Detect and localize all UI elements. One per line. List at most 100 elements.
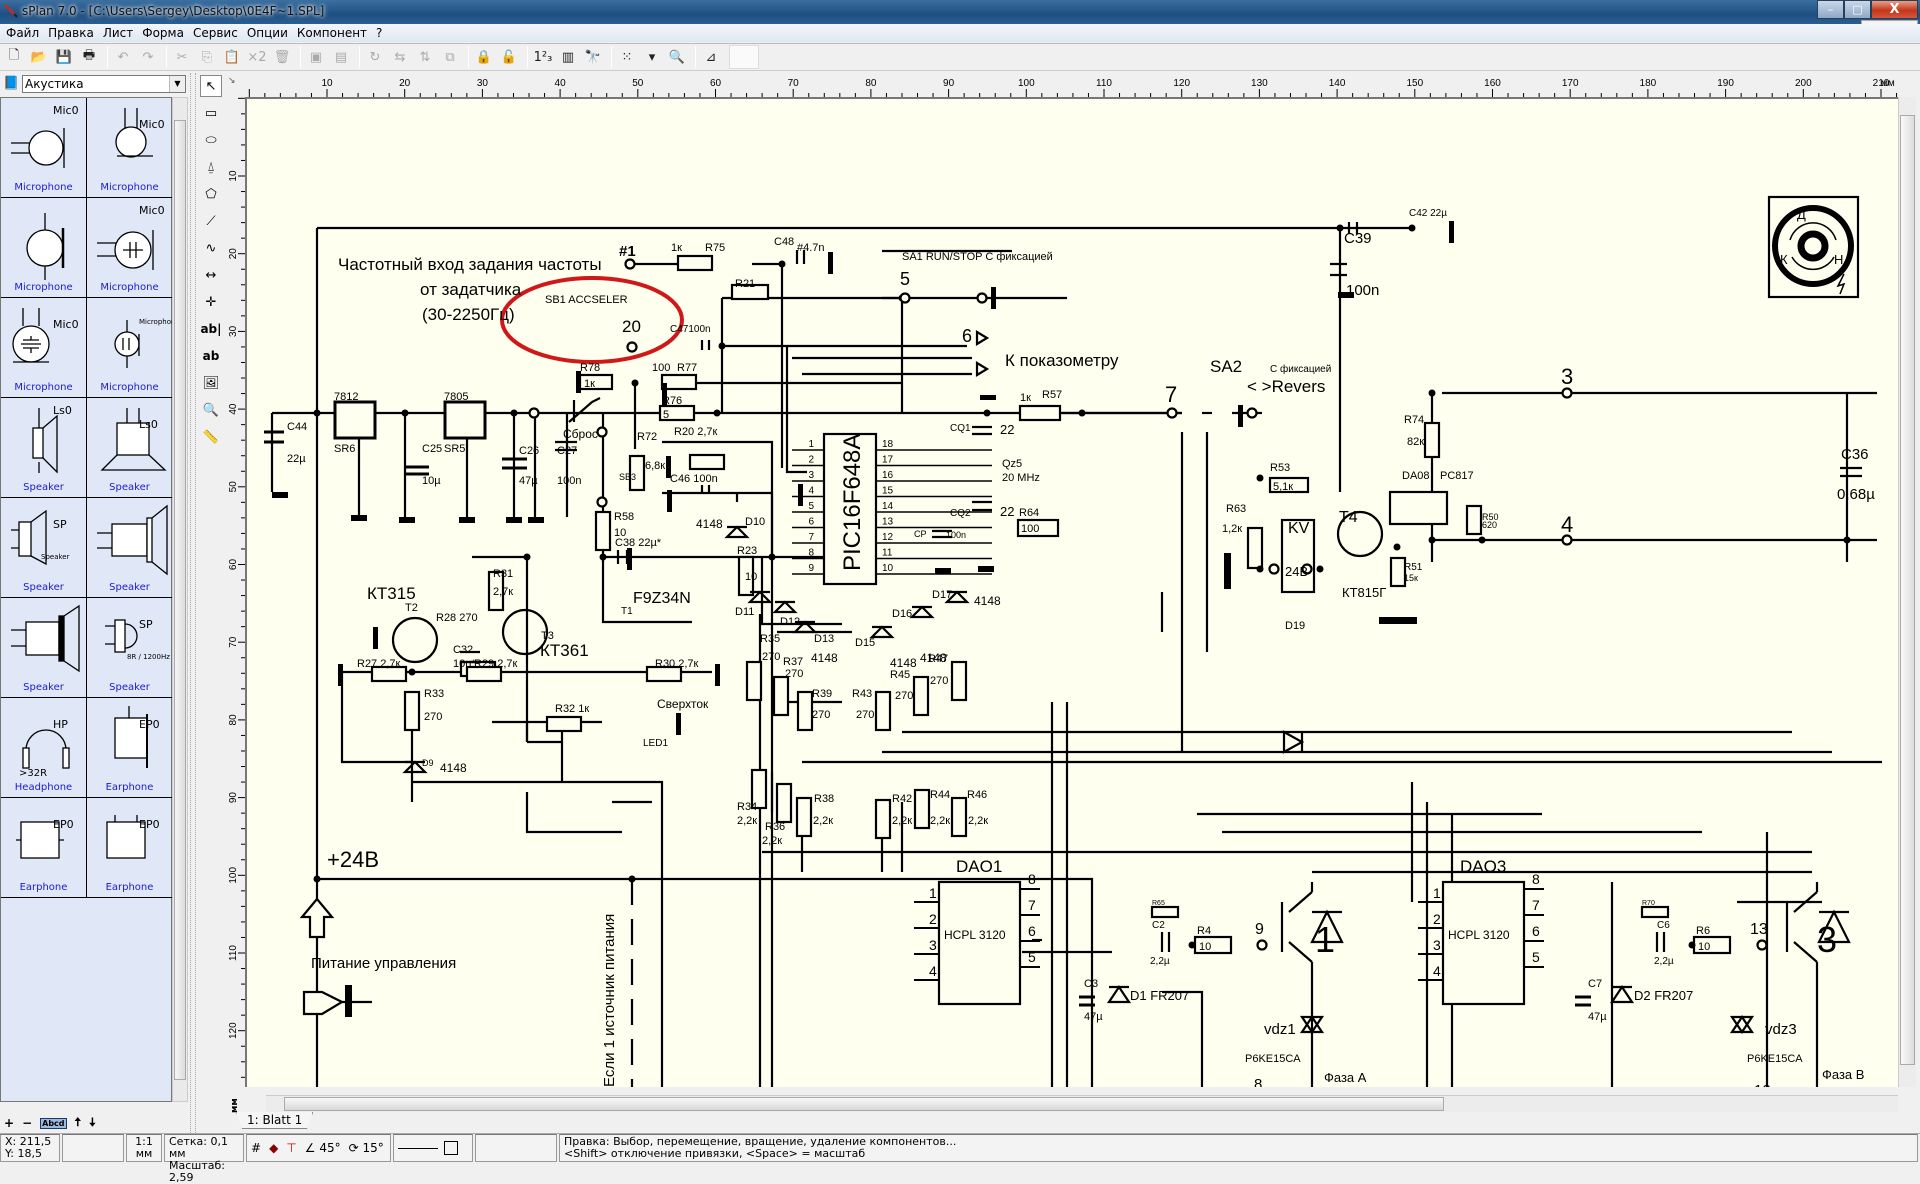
rotate-step-icon[interactable]: ⟳ 15°	[349, 1142, 384, 1154]
library-item-earphone-a[interactable]: EP0 Earphone	[87, 698, 173, 798]
resistor-r57[interactable]	[1018, 404, 1062, 422]
parts-list-button[interactable]: ▥	[557, 46, 579, 68]
library-item-speaker-bold[interactable]: Speaker	[1, 598, 87, 698]
component-button[interactable]: ⊿	[700, 46, 722, 68]
resistor-r38[interactable]	[795, 796, 813, 838]
print-button[interactable]: 🖶	[78, 46, 100, 68]
library-scrollbar[interactable]	[172, 97, 188, 1102]
menu-file[interactable]: Файл	[4, 24, 46, 42]
driver-dao3[interactable]	[1441, 880, 1526, 1006]
optocoupler-pc817[interactable]	[1388, 490, 1449, 526]
resistor-r42[interactable]	[874, 798, 892, 840]
horizontal-scrollbar[interactable]	[266, 1095, 1898, 1112]
library-item-earphone-c[interactable]: EP0 Earphone	[87, 798, 173, 898]
resistor-r47[interactable]	[950, 660, 968, 702]
resistor-r35[interactable]	[745, 660, 763, 702]
close-button[interactable]: X	[1871, 0, 1918, 19]
resistor-r65[interactable]	[1150, 905, 1180, 919]
unlock-button[interactable]: 🔓	[498, 46, 520, 68]
library-item-mic-capacitor-top[interactable]: Mic0 Microphone	[1, 298, 87, 398]
lock-button[interactable]: 🔒	[473, 46, 495, 68]
ruler-origin-icon[interactable]: ↘	[228, 76, 245, 97]
library-dropdown[interactable]: Акустика ▼	[22, 75, 186, 93]
vertical-scrollbar[interactable]	[1898, 97, 1916, 1087]
library-item-mic-small[interactable]: Microphone Microphone	[87, 298, 180, 398]
save-button[interactable]: 💾	[53, 46, 75, 68]
resistor-r33[interactable]	[403, 690, 421, 732]
resistor-r46[interactable]	[950, 796, 968, 838]
mirror-v-button[interactable]: ⇅	[414, 46, 436, 68]
find-button[interactable]: 🔭	[582, 46, 604, 68]
maximize-button[interactable]: □	[1844, 0, 1871, 19]
angle-icon[interactable]: ∠ 45°	[305, 1142, 341, 1154]
pin-icon[interactable]: ⊤	[286, 1142, 296, 1154]
menu-help[interactable]: ?	[374, 24, 389, 42]
select-tool-button[interactable]: ↖	[200, 75, 222, 97]
library-item-speaker-top[interactable]: Ls0 Speaker	[87, 398, 173, 498]
cut-button[interactable]: ✂	[171, 46, 193, 68]
group-button[interactable]: ⧉	[439, 46, 461, 68]
mirror-h-button[interactable]: ⇆	[389, 46, 411, 68]
signal-tool-button[interactable]: ⍙	[200, 156, 222, 178]
to-front-button[interactable]: ▣	[305, 46, 327, 68]
resistor-r39[interactable]	[796, 690, 814, 732]
rubberband-icon[interactable]: ◆	[269, 1142, 278, 1154]
add-library-button[interactable]: +	[4, 1116, 14, 1130]
textframe-tool-button[interactable]: ab	[200, 345, 222, 367]
dimension-tool-button[interactable]: ↔	[200, 264, 222, 286]
resistor-r44[interactable]	[913, 788, 931, 830]
menu-service[interactable]: Сервис	[191, 24, 245, 42]
resistor-r37[interactable]	[772, 675, 790, 717]
remove-library-button[interactable]: −	[22, 1116, 32, 1130]
library-item-speaker-box[interactable]: Speaker	[87, 498, 173, 598]
regulator-7805[interactable]	[443, 400, 487, 440]
library-item-mic-plain[interactable]: Microphone	[1, 198, 87, 298]
resistor-r50[interactable]	[1465, 504, 1483, 536]
to-back-button[interactable]: ▤	[330, 46, 352, 68]
panel-splitter[interactable]	[190, 73, 196, 1133]
resistor-r58[interactable]	[594, 510, 612, 552]
resistor-r32[interactable]	[545, 715, 583, 733]
library-item-speaker-side[interactable]: Ls0 Speaker	[1, 398, 87, 498]
resistor-r63[interactable]	[1246, 526, 1264, 570]
menu-edit[interactable]: Правка	[46, 24, 101, 42]
bezier-tool-button[interactable]: ∿	[200, 237, 222, 259]
copy-button[interactable]: ⎘	[196, 46, 218, 68]
line-style[interactable]	[393, 1134, 473, 1162]
delete-button[interactable]: 🗑	[271, 46, 293, 68]
library-item-mic-round-top[interactable]: Mic0 Microphone	[87, 98, 173, 198]
open-button[interactable]: 📂	[28, 46, 50, 68]
menu-shape[interactable]: Форма	[140, 24, 191, 42]
undo-button[interactable]: ↶	[112, 46, 134, 68]
renumber-button[interactable]: 1²₃	[532, 46, 554, 68]
library-item-mic-round-side[interactable]: Mic0 Microphone	[1, 98, 87, 198]
library-item-buzzer[interactable]: SP 8R / 1200Hz Speaker	[87, 598, 173, 698]
resistor-r74[interactable]	[1423, 421, 1441, 459]
library-item-speaker-polar[interactable]: SP Speaker Speaker	[1, 498, 87, 598]
horizontal-scroll-thumb[interactable]	[284, 1097, 1444, 1111]
resistor-r45[interactable]	[912, 675, 930, 717]
vertical-scroll-thumb[interactable]	[1900, 115, 1915, 1065]
resistor-r77[interactable]	[660, 373, 698, 391]
library-scroll-thumb[interactable]	[174, 120, 186, 1080]
zoom-window-button[interactable]: 🔍	[666, 46, 688, 68]
grid-toggle-icon[interactable]: #	[251, 1142, 261, 1154]
grid-button[interactable]: ⁙	[616, 46, 638, 68]
library-item-mic-capacitor[interactable]: Mic0 Microphone	[87, 198, 173, 298]
dropdown-arrow-button[interactable]: ▾	[641, 46, 663, 68]
new-button[interactable]: 🗋	[3, 46, 25, 68]
text-tool-button[interactable]: ab|	[200, 318, 222, 340]
library-item-headphone[interactable]: HP >32R Headphone	[1, 698, 87, 798]
resistor-r36[interactable]	[775, 782, 793, 824]
polyline-tool-button[interactable]: ⟋	[200, 210, 222, 232]
move-down-button[interactable]: 🠇	[89, 1113, 96, 1134]
minimize-button[interactable]: –	[1817, 0, 1844, 19]
resistor-r75[interactable]	[676, 254, 714, 272]
redo-button[interactable]: ↷	[137, 46, 159, 68]
measure-tool-button[interactable]: 📏	[200, 426, 222, 448]
menu-component[interactable]: Компонент	[295, 24, 374, 42]
polygon-tool-button[interactable]: ⬠	[200, 183, 222, 205]
schematic-canvas[interactable]: Частотный вход задания частоты от задатч…	[245, 97, 1898, 1087]
resistor-r43[interactable]	[874, 690, 892, 732]
junction-tool-button[interactable]: ✛	[200, 291, 222, 313]
